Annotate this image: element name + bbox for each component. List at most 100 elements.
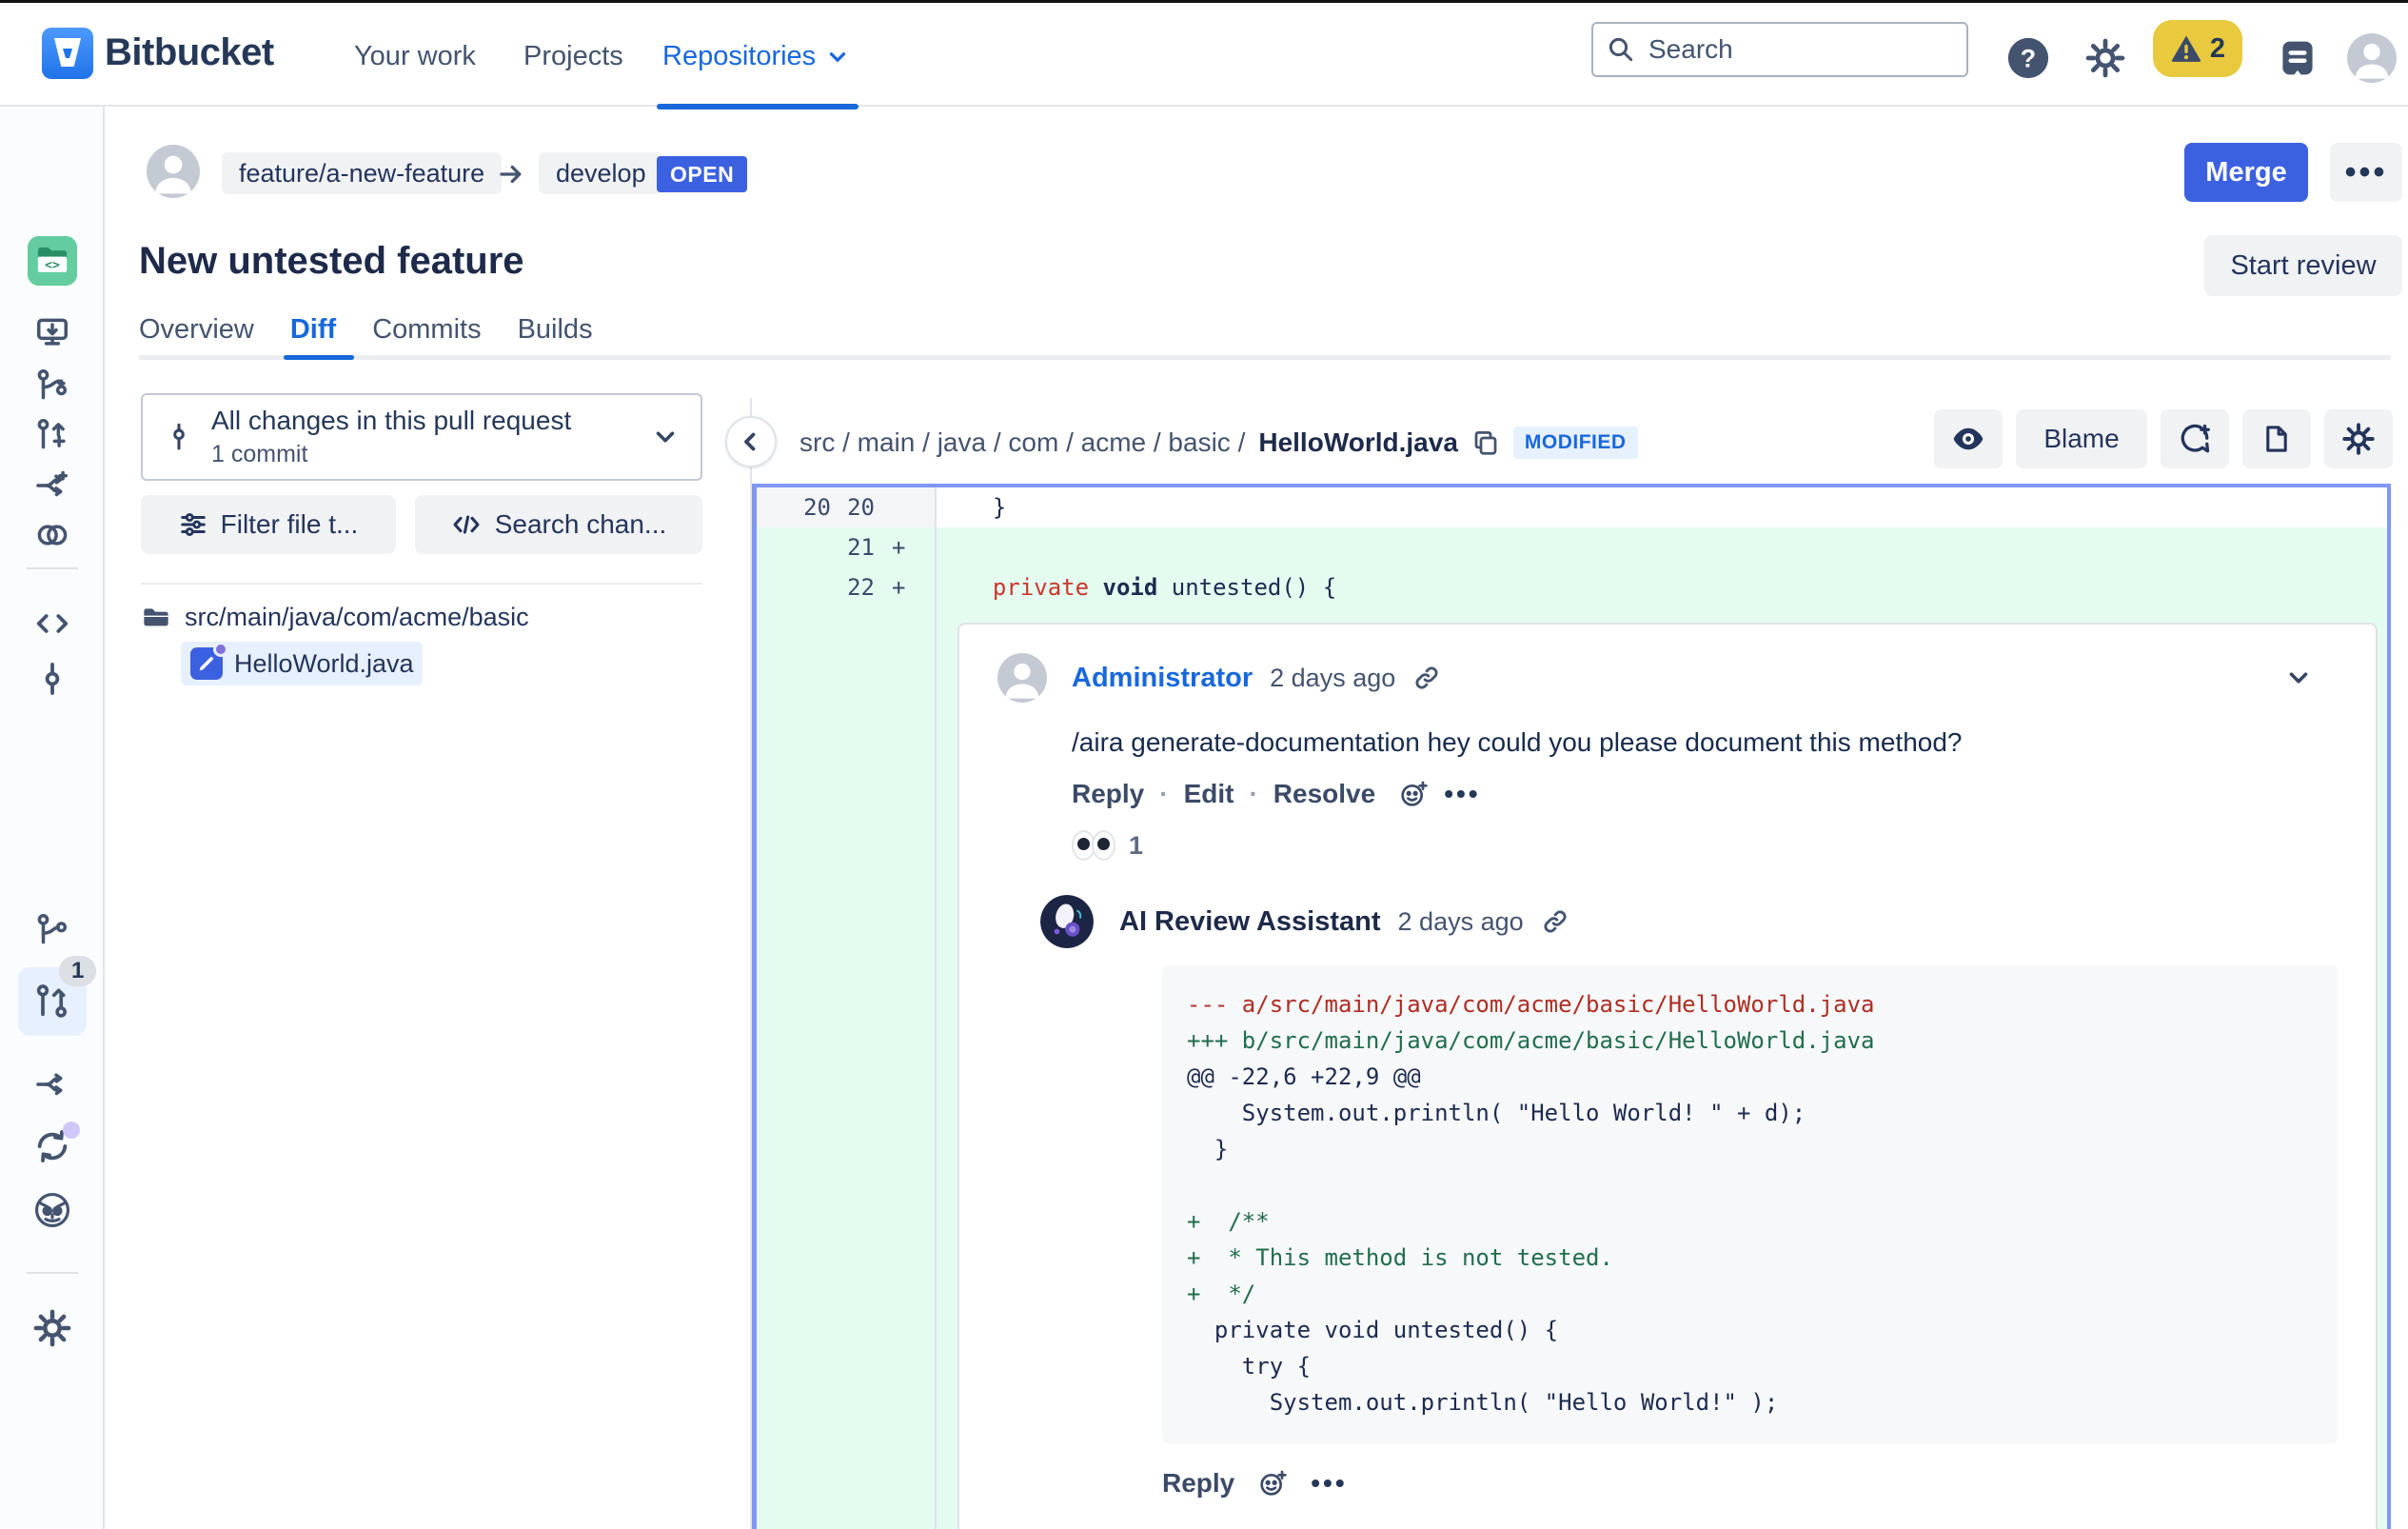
- code-line: System.out.println( "Hello World! " + d)…: [1187, 1100, 1806, 1126]
- reply-timestamp: 2 days ago: [1397, 906, 1524, 936]
- folder-icon: [141, 602, 171, 632]
- brand-title[interactable]: Bitbucket: [105, 31, 274, 74]
- warning-triangle-icon: [2170, 32, 2202, 65]
- user-avatar[interactable]: [2347, 33, 2397, 83]
- chevron-down-icon: [651, 423, 680, 451]
- warnings-badge[interactable]: 2: [2153, 20, 2242, 77]
- comment-author-name[interactable]: Administrator: [1072, 663, 1253, 694]
- create-pull-request-icon[interactable]: [34, 417, 70, 453]
- nav-item-projects[interactable]: Projects: [523, 41, 623, 72]
- code-line: + * This method is not tested.: [1187, 1244, 1613, 1271]
- comment-actions: Reply · Edit · Resolve •••: [1072, 779, 1481, 809]
- source-code-icon[interactable]: [34, 606, 70, 642]
- diff-row[interactable]: 22 + private void untested() {: [757, 567, 2387, 607]
- blame-button[interactable]: Blame: [2016, 409, 2147, 468]
- add-comment-button[interactable]: [2161, 409, 2229, 468]
- help-icon[interactable]: ?: [2006, 36, 2050, 80]
- diff-gutter[interactable]: 22 +: [757, 567, 937, 607]
- reply-action[interactable]: Reply: [1072, 779, 1144, 809]
- comment-more-icon[interactable]: •••: [1444, 781, 1480, 807]
- pr-author-avatar: [147, 145, 200, 198]
- commits-icon[interactable]: [34, 661, 70, 697]
- diff-rows: 20 20 } 21 +22 + private void untested() {: [757, 487, 2387, 607]
- clone-icon[interactable]: [34, 314, 70, 350]
- nav-item-repositories[interactable]: Repositories: [662, 41, 850, 72]
- chevron-down-icon: [825, 45, 850, 70]
- watch-file-button[interactable]: [1934, 409, 2003, 468]
- file-status-badge: MODIFIED: [1512, 427, 1638, 459]
- search-input[interactable]: [1647, 33, 1932, 66]
- filter-file-tree-button[interactable]: Filter file t...: [141, 495, 396, 554]
- diff-row[interactable]: 21 +: [757, 527, 2387, 567]
- permalink-icon[interactable]: [1412, 664, 1441, 692]
- reaction-eyes[interactable]: 1: [1072, 830, 2338, 861]
- pr-more-actions-button[interactable]: •••: [2330, 143, 2402, 202]
- diff-row[interactable]: 20 20 }: [757, 487, 2387, 527]
- file-contents-button[interactable]: [2242, 409, 2311, 468]
- target-branch-pill[interactable]: develop: [539, 152, 663, 194]
- file-tree-file-selected[interactable]: HelloWorld.java: [181, 642, 423, 685]
- diff-gutter[interactable]: 21 +: [757, 527, 937, 567]
- nav-item-your-work[interactable]: Your work: [354, 41, 476, 72]
- tab-builds[interactable]: Builds: [518, 314, 593, 355]
- repository-avatar-icon[interactable]: <>: [28, 236, 77, 286]
- reply-more-icon[interactable]: •••: [1311, 1470, 1347, 1497]
- repository-sidebar: <> 1: [0, 107, 105, 1529]
- tab-commits[interactable]: Commits: [372, 314, 481, 355]
- collapse-file-tree-button[interactable]: [725, 416, 777, 467]
- feed-icon[interactable]: [2277, 37, 2319, 79]
- reply-code-block: --- a/src/main/java/com/acme/basic/Hello…: [1162, 965, 2338, 1443]
- changes-scope-selector[interactable]: All changes in this pull request 1 commi…: [141, 393, 702, 481]
- create-branch-icon[interactable]: [34, 367, 70, 404]
- code-line: }: [1187, 1136, 1229, 1162]
- global-search[interactable]: [1591, 22, 1968, 77]
- gear-icon[interactable]: [2084, 37, 2126, 79]
- diff-code-line: }: [965, 494, 1007, 521]
- add-reaction-icon[interactable]: [1398, 779, 1429, 809]
- reply-header: AI Review Assistant 2 days ago: [1040, 895, 2338, 948]
- ai-review-assistant-avatar: [1040, 895, 1094, 948]
- code-line: try {: [1187, 1353, 1312, 1380]
- copy-path-icon[interactable]: [1471, 428, 1500, 457]
- file-tree-folder[interactable]: src/main/java/com/acme/basic: [141, 602, 529, 632]
- active-tab-underline: [284, 355, 354, 360]
- permalink-icon[interactable]: [1541, 907, 1569, 936]
- pr-status-badge: OPEN: [657, 156, 748, 192]
- diff-settings-gear-button[interactable]: [2324, 409, 2393, 468]
- bitbucket-logo-icon[interactable]: [42, 28, 93, 79]
- search-changes-button[interactable]: Search chan...: [415, 495, 702, 554]
- top-navigation: Bitbucket Your work Projects Repositorie…: [0, 3, 2408, 109]
- owl-app-icon[interactable]: [32, 1190, 72, 1230]
- start-review-button[interactable]: Start review: [2204, 235, 2402, 296]
- eyes-emoji-icon: [1072, 830, 1115, 861]
- edit-action[interactable]: Edit: [1184, 779, 1234, 809]
- settings-gear-icon[interactable]: [32, 1308, 72, 1348]
- svg-text:<>: <>: [45, 259, 60, 273]
- code-line: System.out.println( "Hello World!" );: [1187, 1389, 1779, 1416]
- tab-diff[interactable]: Diff: [290, 314, 336, 355]
- diff-file-breadcrumb: src / main / java / com / acme / basic /…: [799, 427, 1638, 459]
- sync-notification-dot: [63, 1122, 80, 1139]
- pull-requests-count-badge: 1: [59, 956, 97, 986]
- forks-icon[interactable]: [34, 1066, 70, 1102]
- scope-subtitle: 1 commit: [211, 441, 308, 467]
- diff-table: 20 20 } 21 +22 + private void untested() { A…: [752, 484, 2391, 1529]
- tab-overview[interactable]: Overview: [139, 314, 254, 355]
- collapse-comment-chevron-icon[interactable]: [2284, 664, 2313, 692]
- compare-icon[interactable]: [34, 517, 70, 553]
- sidebar-divider: [27, 1272, 78, 1274]
- branches-icon[interactable]: [34, 912, 70, 948]
- source-branch-pill[interactable]: feature/a-new-feature: [222, 152, 503, 194]
- add-reaction-icon[interactable]: [1257, 1468, 1288, 1499]
- code-line: +++ b/src/main/java/com/acme/basic/Hello…: [1187, 1027, 1875, 1054]
- reply-action[interactable]: Reply: [1162, 1468, 1234, 1499]
- diff-gutter[interactable]: 20 20: [757, 487, 937, 527]
- comment-timestamp: 2 days ago: [1270, 663, 1396, 692]
- resolve-action[interactable]: Resolve: [1273, 779, 1375, 809]
- file-path-name: HelloWorld.java: [1258, 427, 1458, 457]
- compare-fork-icon[interactable]: [34, 467, 70, 504]
- inline-comment-band: Administrator 2 days ago /aira generate-…: [757, 607, 2387, 1529]
- ellipsis-icon: •••: [2344, 154, 2388, 190]
- reply-author-name[interactable]: AI Review Assistant: [1119, 906, 1381, 938]
- merge-button[interactable]: Merge: [2184, 143, 2308, 202]
